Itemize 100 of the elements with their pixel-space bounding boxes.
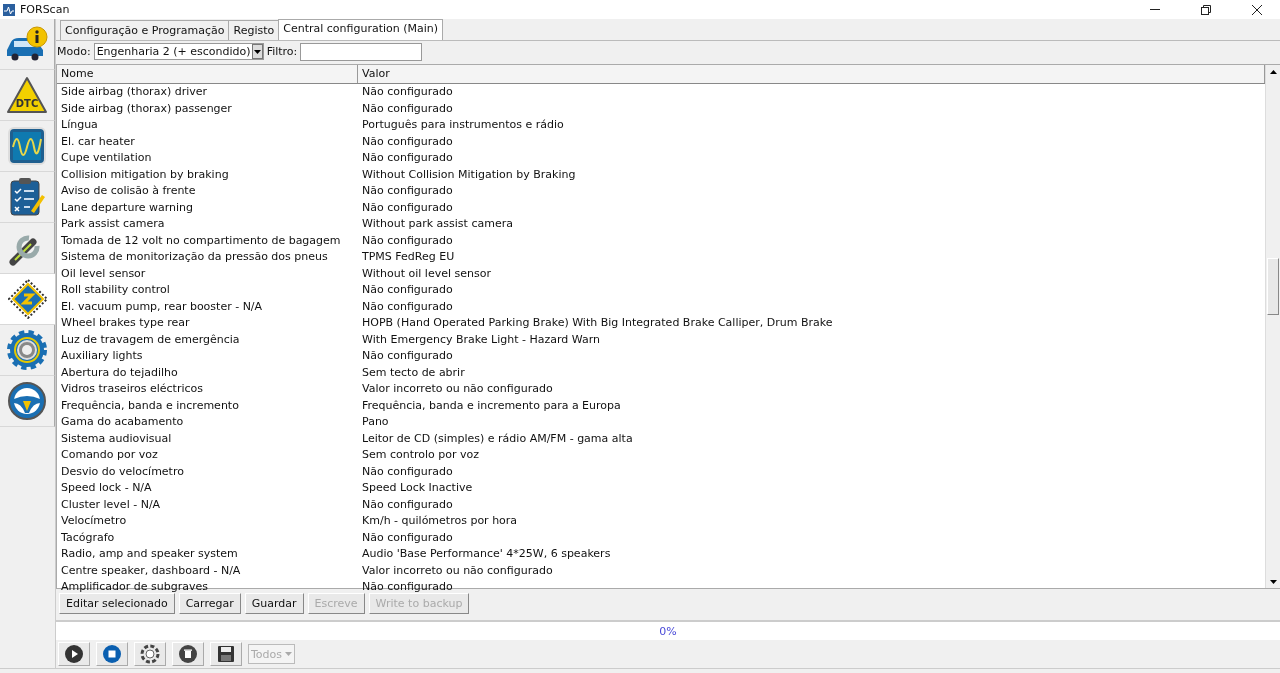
table-cell-text: Não configurado: [361, 529, 454, 546]
minimize-icon: [1150, 8, 1160, 11]
table-cell-text: Não configurado: [361, 232, 454, 249]
table-cell-text: Audio 'Base Performance' 4*25W, 6 speakers: [361, 546, 612, 562]
table-cell-text: Velocímetro: [60, 513, 128, 529]
sidebar-item[interactable]: [0, 19, 55, 70]
table-cell-text: Não configurado: [361, 282, 454, 298]
table-cell-text: Português para instrumentos e rádio: [361, 117, 565, 133]
chip-icon: [7, 279, 48, 319]
action-button[interactable]: Guardar: [244, 593, 304, 614]
table-cell-text: With Emergency Brake Light - Hazard Warn: [361, 331, 602, 348]
trash-icon: [178, 644, 198, 664]
table-cell-text: Não configurado: [361, 463, 454, 480]
restore-icon: [1201, 4, 1211, 15]
toolbar-button[interactable]: [134, 642, 166, 666]
table-cell-text: Desvio do velocímetro: [60, 463, 185, 480]
save-icon: [216, 644, 236, 664]
down-arrow-icon: [1269, 579, 1277, 584]
app-icon: [3, 3, 15, 16]
table-cell-text: Centre speaker, dashboard - N/A: [60, 562, 242, 579]
table-cell-text: Without Collision Mitigation by Braking: [361, 166, 577, 183]
table-cell-text: Língua: [60, 117, 99, 133]
table-cell-text: Não configurado: [361, 133, 454, 150]
table-cell-text: Comando por voz: [60, 447, 159, 463]
table-cell-text: Frequência, banda e incremento para a Europa: [361, 397, 622, 414]
table-cell-text: Vidros traseiros eléctricos: [60, 381, 204, 397]
mode-label: Modo:: [57, 45, 91, 58]
table-cell-text: Aviso de colisão à frente: [60, 183, 197, 199]
close-icon: [1252, 4, 1262, 15]
table-cell-text: Abertura do tejadilho: [60, 364, 179, 381]
table-cell-text: El. vacuum pump, rear booster - N/A: [60, 298, 264, 315]
sidebar-item[interactable]: [0, 376, 55, 427]
table-cell-text: Auxiliary lights: [60, 348, 144, 364]
scrollbar-thumb[interactable]: [1267, 258, 1279, 315]
table-cell-text: Luz de travagem de emergência: [60, 331, 241, 348]
table-cell-text: Não configurado: [361, 100, 454, 117]
column-header[interactable]: Nome: [57, 65, 358, 83]
table-cell-text: Speed lock - N/A: [60, 480, 153, 496]
table-cell-text: Não configurado: [361, 199, 454, 216]
table-cell-text: Não configurado: [361, 84, 454, 100]
table-cell-text: Cupe ventilation: [60, 150, 153, 166]
table-cell-text: Sistema audiovisual: [60, 430, 173, 447]
table-cell-text: Pano: [361, 414, 390, 430]
table-cell-text: Gama do acabamento: [60, 414, 185, 430]
stop-icon: [102, 644, 122, 664]
filter-label: Filtro:: [266, 45, 298, 58]
table-cell-text: Without oil level sensor: [361, 265, 492, 282]
sidebar-item[interactable]: [0, 121, 55, 172]
gear-icon: [6, 329, 48, 371]
table-cell-text: HOPB (Hand Operated Parking Brake) With Big Integrated Brake Calliper, Drum Brake: [361, 315, 834, 331]
table-cell-text: Km/h - quilómetros por hora: [361, 513, 519, 529]
table-cell-text: Não configurado: [361, 298, 454, 315]
toolbar-button[interactable]: [210, 642, 242, 666]
checklist-icon: [9, 177, 45, 217]
toolbar-button[interactable]: [96, 642, 128, 666]
toolbar-button[interactable]: [172, 642, 204, 666]
table-cell-text: Park assist camera: [60, 216, 166, 232]
table-cell-text: Não configurado: [361, 150, 454, 166]
progress-text: 0%: [659, 624, 677, 638]
sidebar-item[interactable]: [0, 223, 55, 274]
table-cell-text: Oil level sensor: [60, 265, 147, 282]
table-cell-text: Collision mitigation by braking: [60, 166, 230, 183]
action-button[interactable]: Carregar: [178, 593, 241, 614]
table-cell-text: Without park assist camera: [361, 216, 514, 232]
sidebar-item[interactable]: [0, 274, 55, 325]
table-cell-text: Valor incorreto ou não configurado: [361, 562, 554, 579]
table-cell-text: Radio, amp and speaker system: [60, 546, 239, 562]
tab[interactable]: Configuração e Programação: [60, 20, 230, 40]
table-cell-text: Sistema de monitorização da pressão dos pneus: [60, 249, 329, 265]
caret-icon: [253, 49, 261, 54]
mode-dropdown[interactable]: Engenharia 2 (+ escondido): [93, 43, 264, 60]
table-cell-text: El. car heater: [60, 133, 136, 150]
table-cell-text: Sem controlo por voz: [361, 447, 481, 463]
table-cell-text: Frequência, banda e incremento: [60, 397, 240, 414]
table-cell-text: Valor incorreto ou não configurado: [361, 381, 554, 397]
play-icon: [64, 644, 84, 664]
sidebar-item[interactable]: [0, 172, 55, 223]
oscilloscope-icon: [8, 127, 46, 165]
table-cell-text: Tacógrafo: [60, 529, 116, 546]
filter-field[interactable]: [300, 42, 423, 61]
action-button[interactable]: Editar selecionado: [59, 593, 175, 614]
table-cell-text: Tomada de 12 volt no compartimento de bagagem: [60, 232, 342, 249]
caret-icon: [285, 652, 293, 656]
table-cell-text: Speed Lock Inactive: [361, 480, 474, 496]
warning-triangle-icon: DTC: [6, 76, 48, 114]
table-cell-text: Side airbag (thorax) passenger: [60, 100, 233, 117]
table-cell-text: Não configurado: [361, 496, 454, 513]
toolbar-button[interactable]: [58, 642, 90, 666]
table-cell-text: Wheel brakes type rear: [60, 315, 191, 331]
sidebar-item[interactable]: DTC: [0, 70, 55, 121]
table-cell-text: Sem tecto de abrir: [361, 364, 466, 381]
table-cell-text: Não configurado: [361, 579, 454, 595]
table-cell-text: Cluster level - N/A: [60, 496, 162, 513]
tab[interactable]: Central configuration (Main): [278, 19, 444, 40]
car-info-icon: [5, 26, 49, 62]
table-cell-text: Roll stability control: [60, 282, 171, 298]
table-cell-text: Não configurado: [361, 183, 454, 199]
table-cell-text: Lane departure warning: [60, 199, 194, 216]
table-cell-text: TPMS FedReg EU: [361, 249, 456, 265]
up-arrow-icon: [1269, 69, 1277, 74]
